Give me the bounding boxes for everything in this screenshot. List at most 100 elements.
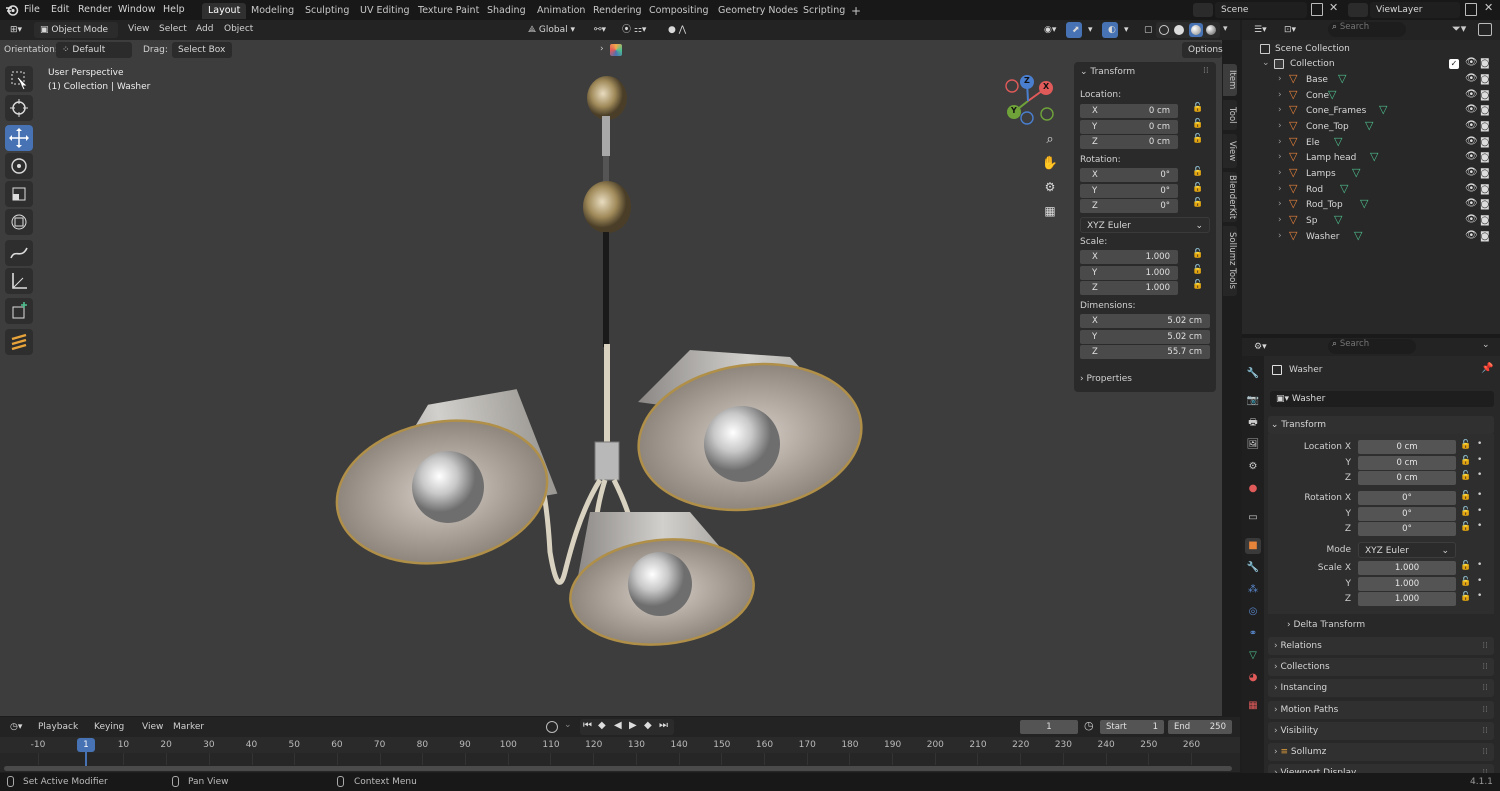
keying-dropdown[interactable]: ⌄ [564, 720, 572, 730]
preview-range-icon[interactable]: ◷ [1084, 719, 1094, 732]
visibility-eye-icon[interactable]: 👁 [1465, 183, 1478, 194]
location-field[interactable]: 0 cm [1358, 440, 1456, 454]
section-motion-paths[interactable]: › Motion Paths ⁞⁞ [1268, 700, 1494, 719]
lock-icon[interactable]: 🔓 [1192, 167, 1203, 177]
panel-drag-handle[interactable]: ⁞⁞ [1482, 679, 1488, 697]
visibility-selector[interactable]: ◉▾ [1038, 22, 1064, 38]
visibility-eye-icon[interactable]: 👁 [1465, 230, 1478, 241]
particles-props-icon[interactable]: ⁂ [1245, 582, 1261, 598]
cursor-tool[interactable] [5, 95, 33, 121]
gizmo-dropdown[interactable]: ▾ [1082, 22, 1096, 38]
expand-icon[interactable]: › [1278, 74, 1282, 84]
shading-dropdown-icon[interactable]: ▾ [1223, 24, 1228, 34]
properties-panel-header[interactable]: › Properties [1080, 374, 1132, 384]
dimensions-y-field[interactable]: Y 5.02 cm [1080, 329, 1210, 344]
outliner-item-cone_frames[interactable]: › ▽ Cone_Frames ▽ 👁 ◙ [1242, 103, 1500, 120]
panel-drag-handle[interactable]: ⁞⁞ [1482, 743, 1488, 761]
lock-icon[interactable]: 🔓 [1460, 561, 1471, 571]
camera-view-icon[interactable]: ⚙ [1040, 180, 1060, 200]
proportional-edit-toggle[interactable]: ● ⋀ [662, 22, 698, 38]
lock-icon[interactable]: 🔓 [1460, 522, 1471, 532]
keyframe-dot-icon[interactable]: • [1477, 591, 1482, 601]
transform-panel-title[interactable]: ⌄ Transform [1080, 67, 1135, 77]
outliner-item-sp[interactable]: › ▽ Sp ▽ 👁 ◙ [1242, 213, 1500, 230]
lock-icon[interactable]: 🔓 [1460, 592, 1471, 602]
xray-toggle[interactable]: ▢ [1138, 22, 1154, 38]
outliner-item-base[interactable]: › ▽ Base ▽ 👁 ◙ [1242, 72, 1500, 89]
snap-toggle[interactable]: ⦿ ⚏▾ [616, 22, 658, 38]
dimensions-x-field[interactable]: X 5.02 cm [1080, 314, 1210, 328]
rendered-shading-icon[interactable] [1206, 25, 1216, 35]
material-shading-icon[interactable] [1189, 23, 1203, 37]
visibility-eye-icon[interactable]: 👁 [1465, 167, 1478, 178]
expand-icon[interactable]: › [1278, 152, 1282, 162]
outliner-item-lamp-head[interactable]: › ▽ Lamp head ▽ 👁 ◙ [1242, 150, 1500, 167]
location-y-field[interactable]: Y0 cm [1080, 119, 1178, 134]
visibility-eye-icon[interactable]: 👁 [1465, 136, 1478, 147]
viewport-menu-view[interactable]: View [128, 24, 149, 34]
workspace-tab-animation[interactable]: Animation [531, 3, 591, 19]
constraints-props-icon[interactable]: ⚭ [1245, 626, 1261, 642]
sidebar-tab-view[interactable]: View [1223, 134, 1237, 168]
visibility-eye-icon[interactable]: 👁 [1465, 104, 1478, 115]
expand-icon[interactable]: › [1278, 137, 1282, 147]
workspace-tab-compositing[interactable]: Compositing [643, 3, 715, 19]
object-props-icon[interactable]: ■ [1245, 538, 1261, 554]
panel-drag-handle[interactable]: ⁞⁞ [1482, 701, 1488, 719]
timeline-menu-keying[interactable]: Keying [94, 722, 124, 732]
properties-search[interactable]: ⌕ [1328, 339, 1416, 354]
editor-type-button[interactable]: ⊞▾ [4, 22, 30, 38]
new-scene-icon[interactable] [1311, 3, 1323, 16]
scale-y-field[interactable]: Y 1.000 [1080, 265, 1178, 280]
outliner-item-ele[interactable]: › ▽ Ele ▽ 👁 ◙ [1242, 135, 1500, 152]
expand-icon[interactable]: › [1278, 215, 1282, 225]
visibility-eye-icon[interactable]: 👁 [1465, 57, 1478, 68]
start-frame-field[interactable]: Start 1 [1100, 720, 1164, 734]
timeline-menu-marker[interactable]: Marker [173, 722, 204, 732]
properties-search-input[interactable] [1339, 339, 1406, 349]
outliner-display-mode[interactable]: ⊡▾ [1278, 22, 1304, 38]
shading-mode-group[interactable] [1156, 22, 1220, 38]
viewport-menu-select[interactable]: Select [159, 24, 187, 34]
render-camera-icon[interactable]: ◙ [1480, 184, 1490, 195]
render-camera-icon[interactable]: ◙ [1480, 74, 1490, 85]
keyframe-dot-icon[interactable]: • [1477, 506, 1482, 516]
expand-icon[interactable]: › [1278, 199, 1282, 209]
add-workspace-button[interactable]: + [845, 3, 867, 19]
expand-icon[interactable]: › [1278, 90, 1282, 100]
end-frame-field[interactable]: End 250 [1168, 720, 1232, 734]
outliner-item-lamps[interactable]: › ▽ Lamps ▽ 👁 ◙ [1242, 166, 1500, 183]
section-sollumz[interactable]: › ≡ Sollumz ⁞⁞ [1268, 743, 1494, 761]
rotation-field[interactable]: 0° [1358, 506, 1456, 521]
overlay-dropdown[interactable]: ▾ [1118, 22, 1132, 38]
scene-collection-row[interactable]: Scene Collection [1242, 42, 1500, 58]
sidebar-tab-sollumz-tools[interactable]: Sollumz Tools [1223, 226, 1237, 296]
outliner-item-rod[interactable]: › ▽ Rod ▽ 👁 ◙ [1242, 182, 1500, 199]
outliner-editor-type[interactable]: ☰▾ [1248, 22, 1274, 38]
properties-editor-type[interactable]: ⚙▾ [1248, 339, 1274, 355]
sidebar-tab-item[interactable]: Item [1223, 64, 1237, 96]
render-props-icon[interactable]: 📷 [1245, 393, 1261, 409]
lock-icon[interactable]: 🔓 [1192, 249, 1203, 259]
expand-icon[interactable]: ⌄ [1262, 58, 1270, 68]
menu-file[interactable]: File [24, 0, 40, 20]
collection-row[interactable]: ⌄ Collection ✓ 👁 ◙ [1242, 57, 1500, 73]
workspace-tab-geometry-nodes[interactable]: Geometry Nodes [712, 3, 804, 19]
outliner-item-rod_top[interactable]: › ▽ Rod_Top ▽ 👁 ◙ [1242, 197, 1500, 214]
sollumz-tool[interactable] [5, 329, 33, 355]
lock-icon[interactable]: 🔓 [1460, 507, 1471, 517]
scale-x-field[interactable]: X 1.000 [1080, 250, 1178, 264]
add-cube-tool[interactable] [5, 298, 33, 324]
prev-keyframe-icon[interactable]: ◆ [598, 720, 606, 731]
rotate-tool[interactable] [5, 153, 33, 179]
section-instancing[interactable]: › Instancing ⁞⁞ [1268, 679, 1494, 698]
drag-selector[interactable]: Select Box ▾ [172, 42, 232, 71]
scale-field[interactable]: 1.000 [1358, 561, 1456, 575]
workspace-tab-uv-editing[interactable]: UV Editing [354, 3, 416, 19]
render-camera-icon[interactable]: ◙ [1480, 58, 1490, 69]
new-collection-icon[interactable] [1478, 23, 1492, 36]
keyframe-dot-icon[interactable]: • [1477, 490, 1482, 500]
location-field[interactable]: 0 cm [1358, 455, 1456, 470]
scale-field[interactable]: 1.000 [1358, 592, 1456, 606]
view-layer-selector[interactable]: ViewLayer [1370, 2, 1460, 18]
